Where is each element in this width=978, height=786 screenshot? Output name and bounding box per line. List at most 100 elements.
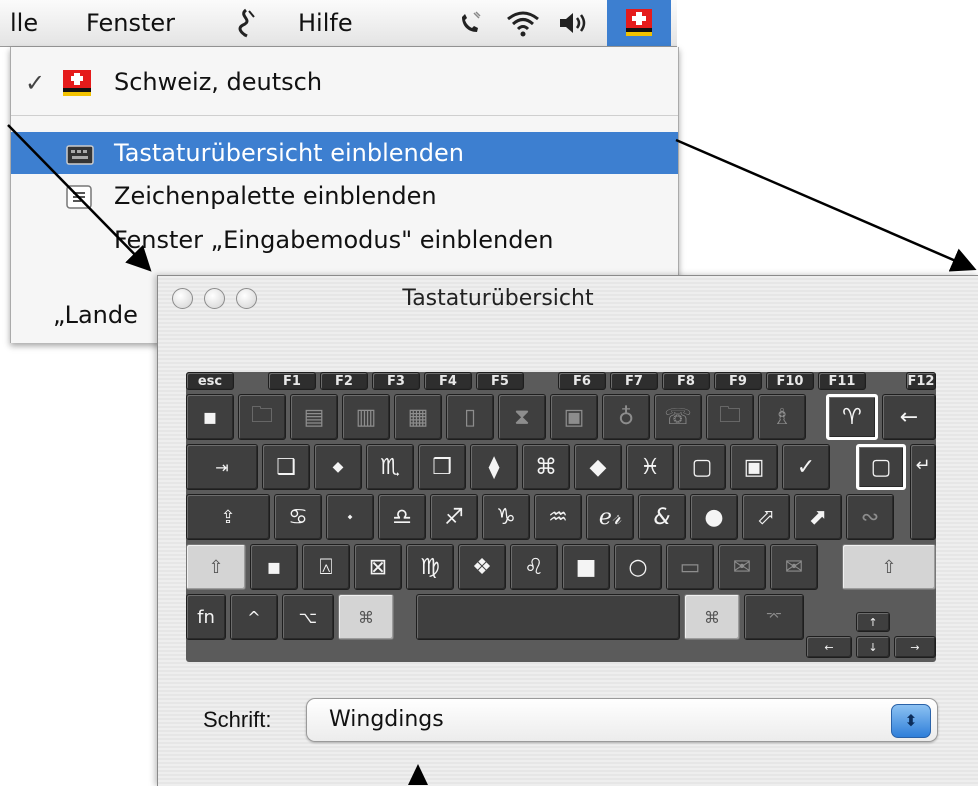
menu-item-label: Tastaturübersicht einblenden [114,139,464,167]
menu-item-label: Zeichenpalette einblenden [114,182,437,210]
key-f1[interactable]: F1 [268,372,316,390]
key-glyph[interactable]: 🗀 [706,394,754,440]
key-backspace[interactable]: ← [882,394,936,440]
menu-ablage[interactable]: lle [10,9,38,37]
key-glyph[interactable]: ✓ [782,444,830,490]
key-glyph[interactable]: ▢ [856,444,906,490]
key-glyph[interactable]: ♋ [274,494,322,540]
key-glyph[interactable]: ♗ [758,394,806,440]
key-f10[interactable]: F10 [766,372,814,390]
font-popup-value: Wingdings [329,707,444,732]
key-f9[interactable]: F9 [714,372,762,390]
key-glyph[interactable]: ♐ [430,494,478,540]
menu-item-label: Schweiz, deutsch [114,68,323,96]
key-glyph[interactable]: ♁ [602,394,650,440]
key-f4[interactable]: F4 [424,372,472,390]
key-glyph[interactable]: ◆ [574,444,622,490]
key-f2[interactable]: F2 [320,372,368,390]
key-glyph[interactable]: ❒ [418,444,466,490]
title-bar[interactable]: Tastaturübersicht [158,276,978,322]
key-arrow-left[interactable]: ← [806,636,852,658]
key-glyph[interactable]: ▣ [730,444,778,490]
key-glyph[interactable]: ▭ [666,544,714,590]
key-glyph[interactable]: ♒ [534,494,582,540]
key-glyph[interactable]: ▤ [290,394,338,440]
key-glyph[interactable]: ❖ [458,544,506,590]
key-glyph[interactable]: ✉ [770,544,818,590]
key-f11[interactable]: F11 [818,372,866,390]
key-glyph[interactable]: ⊠ [354,544,402,590]
key-glyph[interactable]: ☏ [654,394,702,440]
key-control[interactable]: ^ [230,594,278,640]
wifi-icon[interactable] [503,6,543,40]
key-glyph[interactable]: ⍓ [302,544,350,590]
arrow-to-title [675,138,977,272]
menu-fenster[interactable]: Fenster [86,9,175,37]
popup-arrows-icon[interactable]: ⬍ [891,704,931,738]
key-glyph[interactable]: ♑ [482,494,530,540]
key-fn[interactable]: fn [186,594,226,640]
key-glyph[interactable]: ⬈ [794,494,842,540]
key-glyph[interactable]: ♓ [626,444,674,490]
key-glyph[interactable]: ∾ [846,494,894,540]
key-glyph[interactable]: ⧗ [498,394,546,440]
key-glyph[interactable]: ❑ [262,444,310,490]
key-glyph[interactable]: ▥ [342,394,390,440]
key-glyph[interactable]: ● [690,494,738,540]
key-f5[interactable]: F5 [476,372,524,390]
phone-icon[interactable] [455,6,485,40]
key-shift-left[interactable]: ⇧ [186,544,246,590]
key-glyph[interactable]: ⬩ [326,494,374,540]
key-glyph[interactable]: ⬀ [742,494,790,540]
key-glyph[interactable]: ♎ [378,494,426,540]
key-esc[interactable]: esc [186,372,234,390]
window-title: Tastaturübersicht [402,286,594,311]
menu-item-keyboard-viewer[interactable]: Tastaturübersicht einblenden [11,132,678,174]
key-enter[interactable]: ⌤ [744,594,804,640]
key-arrow-right[interactable]: → [894,636,936,658]
key-glyph[interactable]: ✉ [718,544,766,590]
key-option[interactable]: ⌥ [282,594,334,640]
key-glyph[interactable]: ♍ [406,544,454,590]
key-command-right[interactable]: ⌘ [684,594,740,640]
key-arrow-down[interactable]: ↓ [856,636,890,658]
key-glyph[interactable]: 🗀 [238,394,286,440]
key-return[interactable]: ↵ [910,444,936,540]
key-command-left[interactable]: ⌘ [338,594,394,640]
key-f3[interactable]: F3 [372,372,420,390]
script-menu-icon[interactable] [231,6,261,40]
volume-icon[interactable] [556,6,592,40]
key-arrow-up[interactable]: ↑ [856,612,890,632]
key-glyph[interactable]: ♌ [510,544,558,590]
key-aries-highlighted[interactable]: ♈ [826,394,878,440]
keyboard-icon [66,143,94,171]
menu-hilfe[interactable]: Hilfe [298,9,353,37]
key-glyph[interactable]: ◆ [314,444,362,490]
key-glyph[interactable]: ▯ [446,394,494,440]
key-glyph[interactable]: ℯ𝓇 [586,494,634,540]
menu-item-schweiz-deutsch[interactable]: ✓ Schweiz, deutsch [11,61,678,103]
key-glyph[interactable]: ▦ [394,394,442,440]
key-glyph[interactable]: ▣ [550,394,598,440]
key-f12[interactable]: F12 [906,372,936,390]
key-glyph[interactable]: ♏ [366,444,414,490]
key-shift-right[interactable]: ⇧ [842,544,936,590]
key-glyph[interactable]: ▪ [250,544,298,590]
key-f7[interactable]: F7 [610,372,658,390]
menu-item-input-mode-window[interactable]: Fenster „Eingabemodus" einblenden [11,219,678,261]
key-glyph[interactable]: ■ [562,544,610,590]
key-glyph[interactable]: ▪ [186,394,234,440]
key-glyph[interactable]: ▢ [678,444,726,490]
key-tab[interactable]: ⇥ [186,444,258,490]
menu-item-character-palette[interactable]: Zeichenpalette einblenden [11,175,678,217]
key-glyph[interactable]: ⌘ [522,444,570,490]
key-glyph[interactable]: ○ [614,544,662,590]
key-glyph[interactable]: & [638,494,686,540]
key-f6[interactable]: F6 [558,372,606,390]
font-popup[interactable]: Wingdings ⬍ [306,698,938,742]
key-space[interactable] [416,594,680,640]
key-caps-lock[interactable]: ⇪ [186,494,270,540]
key-glyph[interactable]: ⧫ [470,444,518,490]
key-f8[interactable]: F8 [662,372,710,390]
swiss-flag-icon[interactable] [607,0,671,46]
